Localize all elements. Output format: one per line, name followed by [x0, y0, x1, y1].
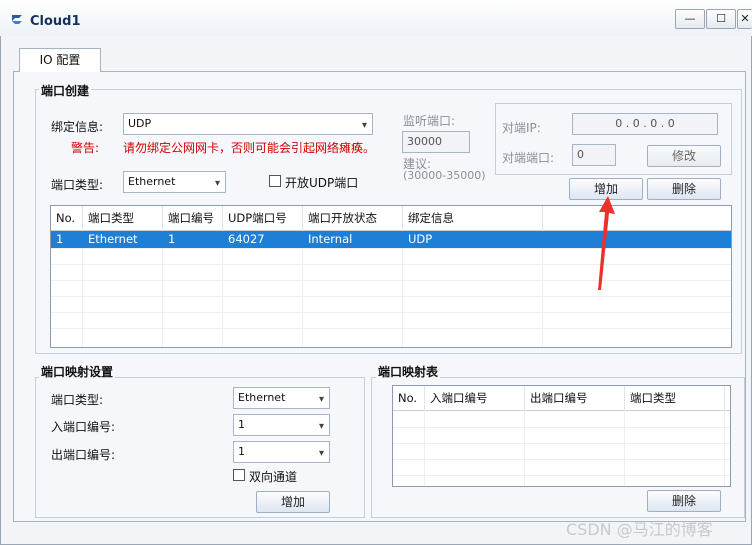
cell-udp-port: 64027: [228, 232, 265, 246]
col-header-bind-info[interactable]: 绑定信息: [403, 206, 543, 230]
chevron-down-icon: ▾: [361, 120, 367, 131]
peer-ip-input[interactable]: 0 . 0 . 0 . 0: [572, 113, 718, 135]
out-port-select[interactable]: 1 ▾: [233, 441, 330, 463]
port-type-label: 端口类型:: [51, 178, 104, 192]
maximize-button[interactable]: ☐: [706, 9, 736, 29]
out-port-value: 1: [238, 445, 245, 458]
mapping-table: No. 入端口编号 出端口编号 端口类型: [392, 385, 731, 487]
col-header-port-number[interactable]: 端口编号: [163, 206, 223, 230]
chevron-down-icon: ▾: [318, 421, 324, 432]
listen-port-label: 监听端口:: [403, 114, 456, 128]
chevron-down-icon: ▾: [318, 394, 324, 405]
col-header-no[interactable]: No.: [51, 206, 83, 230]
title-bar: [0, 0, 752, 36]
col-header-udp-port[interactable]: UDP端口号: [223, 206, 303, 230]
warning-text: 请勿绑定公网网卡，否则可能会引起网络瘫痪。: [123, 141, 376, 155]
port-mapping-table-title: 端口映射表: [376, 363, 441, 380]
out-port-label: 出端口编号:: [51, 448, 116, 462]
cloud-app-icon: [9, 12, 25, 28]
peer-port-input[interactable]: 0: [572, 144, 616, 166]
chevron-down-icon: ▾: [214, 178, 220, 189]
annotation-arrow: [598, 196, 615, 290]
mapping-col-header-in-port[interactable]: 入端口编号: [425, 386, 525, 410]
in-port-select[interactable]: 1 ▾: [233, 414, 330, 436]
peer-port-label: 对端端口:: [502, 151, 555, 165]
peer-ip-label: 对端IP:: [502, 121, 541, 135]
table-row[interactable]: [51, 231, 731, 248]
minimize-button[interactable]: —: [675, 9, 705, 29]
col-header-open-status[interactable]: 端口开放状态: [303, 206, 403, 230]
mapping-port-type-select[interactable]: Ethernet ▾: [233, 387, 330, 409]
mapping-col-header-no[interactable]: No.: [393, 386, 425, 410]
cell-bind-info: UDP: [408, 232, 433, 246]
col-header-port-type[interactable]: 端口类型: [83, 206, 163, 230]
in-port-label: 入端口编号:: [51, 420, 116, 434]
tab-io-config[interactable]: IO 配置: [19, 48, 101, 72]
bind-info-value: UDP: [128, 117, 152, 130]
cell-open-status: Internal: [308, 232, 353, 246]
bind-info-label: 绑定信息:: [51, 120, 104, 134]
listen-port-input[interactable]: 30000: [402, 131, 470, 153]
mapping-col-header-out-port[interactable]: 出端口编号: [525, 386, 625, 410]
open-udp-checkbox[interactable]: [269, 175, 281, 187]
cell-port-type: Ethernet: [88, 232, 138, 246]
bind-info-select[interactable]: UDP ▾: [123, 113, 373, 135]
mapping-port-type-value: Ethernet: [238, 391, 286, 404]
port-type-select[interactable]: Ethernet ▾: [123, 171, 226, 193]
port-mapping-settings-title: 端口映射设置: [39, 363, 116, 380]
chevron-down-icon: ▾: [318, 448, 324, 459]
port-type-value: Ethernet: [128, 175, 176, 188]
bidirectional-checkbox[interactable]: [233, 469, 245, 481]
modify-button[interactable]: 修改: [647, 145, 721, 167]
delete-port-button[interactable]: 删除: [647, 178, 721, 200]
cell-no: 1: [56, 232, 64, 246]
port-table: No. 端口类型 端口编号 UDP端口号 端口开放状态 绑定信息 1 Ether…: [50, 205, 732, 348]
in-port-value: 1: [238, 418, 245, 431]
add-mapping-button[interactable]: 增加: [256, 491, 330, 513]
delete-mapping-button[interactable]: 删除: [647, 490, 721, 512]
close-button[interactable]: ✕: [737, 9, 752, 29]
open-udp-label: 开放UDP端口: [285, 176, 359, 190]
watermark-text: CSDN @马江的博客: [566, 520, 713, 539]
port-create-title: 端口创建: [39, 82, 92, 99]
bidirectional-label: 双向通道: [249, 470, 298, 484]
mapping-port-type-label: 端口类型:: [51, 393, 104, 407]
window-title: Cloud1: [30, 14, 81, 29]
suggest-range: (30000-35000): [403, 169, 486, 182]
mapping-col-header-port-type[interactable]: 端口类型: [625, 386, 725, 410]
warning-label: 警告:: [71, 141, 100, 155]
cell-port-number: 1: [168, 232, 176, 246]
